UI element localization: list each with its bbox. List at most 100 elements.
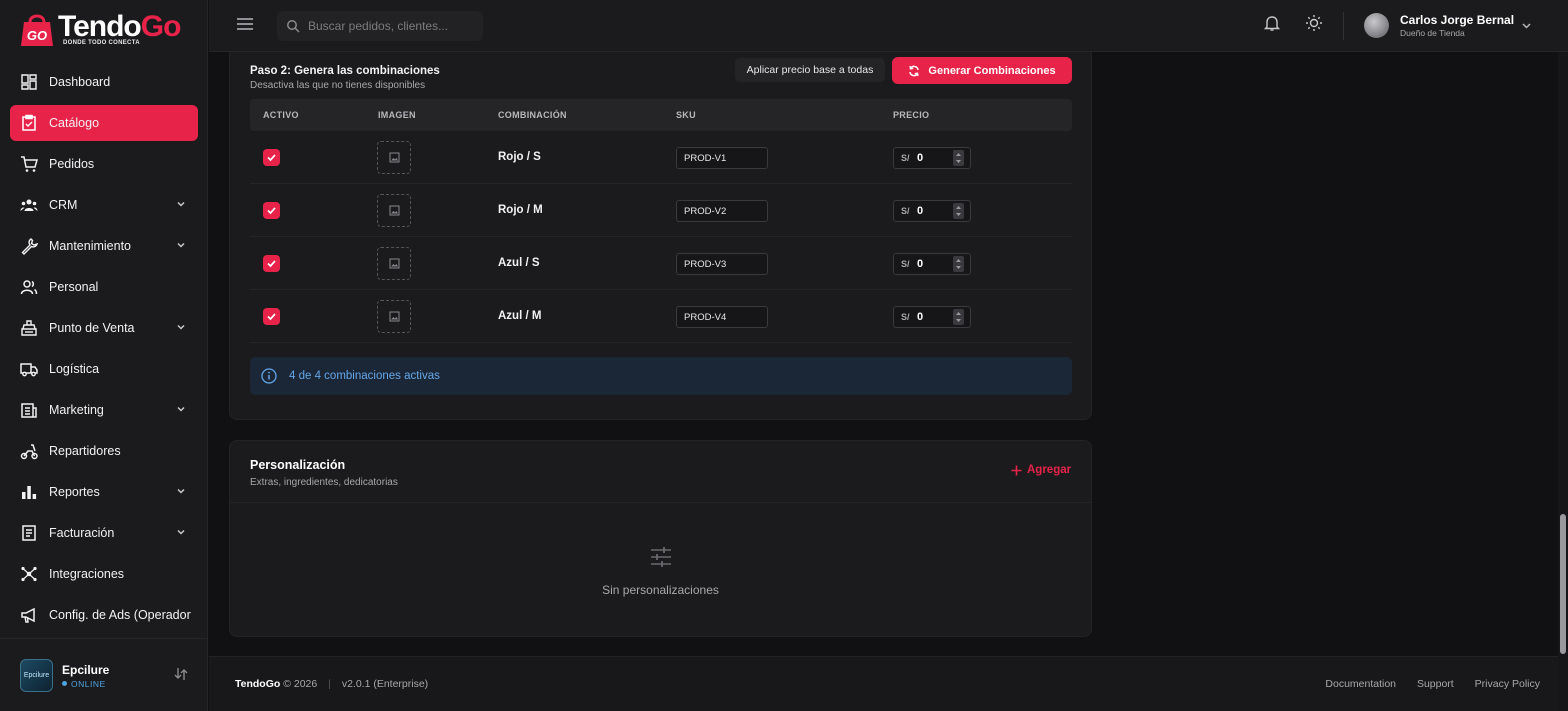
dashboard-icon [21, 74, 37, 90]
price-input[interactable]: S/0 [893, 306, 971, 328]
avatar[interactable] [1364, 13, 1389, 38]
chevron-down-icon [177, 529, 185, 535]
image-upload-placeholder[interactable] [377, 247, 411, 280]
sidebar-item-label: Dashboard [49, 75, 111, 89]
active-checkbox[interactable] [263, 202, 280, 219]
price-value: 0 [917, 258, 924, 270]
page-footer: TendoGo © 2026 | v2.0.1 (Enterprise) Doc… [209, 656, 1558, 711]
personalization-subtitle: Extras, ingredientes, dedicatorias [250, 477, 398, 488]
active-checkbox[interactable] [263, 308, 280, 325]
empty-state-text: Sin personalizaciones [602, 583, 719, 597]
price-input[interactable]: S/0 [893, 253, 971, 275]
sidebar-item-label: Logística [49, 362, 100, 376]
sun-icon[interactable] [1305, 14, 1323, 32]
sku-input[interactable] [676, 253, 768, 275]
store-switcher[interactable]: Epcilure Epcilure ONLINE [0, 638, 208, 711]
price-value: 0 [917, 152, 924, 164]
sidebar-item-repartidores[interactable]: Repartidores [10, 433, 198, 469]
app-root: GO TendoGo DONDE TODO CONECTA Dashboard C… [0, 0, 1568, 711]
personalization-card: Personalización Extras, ingredientes, de… [229, 440, 1092, 637]
footer-link-documentation[interactable]: Documentation [1325, 678, 1396, 690]
image-upload-placeholder[interactable] [377, 300, 411, 333]
image-icon [389, 311, 399, 322]
footer-copyright: © 2026 [283, 678, 318, 690]
add-personalization-button[interactable]: Agregar [1011, 464, 1071, 476]
sidebar-item-integraciones[interactable]: Integraciones [10, 556, 198, 592]
footer-link-privacy[interactable]: Privacy Policy [1475, 678, 1540, 690]
price-value: 0 [917, 311, 924, 323]
sku-input[interactable] [676, 147, 768, 169]
search-icon [287, 20, 300, 33]
register-icon [21, 320, 37, 336]
combinations-card: Paso 2: Genera las combinaciones Desacti… [229, 52, 1092, 420]
footer-link-support[interactable]: Support [1417, 678, 1454, 690]
sidebar-item-facturacion[interactable]: Facturación [10, 515, 198, 551]
check-icon [267, 154, 276, 162]
store-avatar: Epcilure [20, 659, 53, 692]
sidebar-item-logistica[interactable]: Logística [10, 351, 198, 387]
currency-symbol: S/ [901, 312, 910, 322]
store-name: Epcilure [62, 663, 110, 677]
main-content: Paso 2: Genera las combinaciones Desacti… [209, 52, 1558, 656]
switch-arrows-icon[interactable] [174, 666, 188, 682]
invoice-icon [22, 525, 36, 541]
sku-input[interactable] [676, 306, 768, 328]
scrollbar-thumb[interactable] [1560, 514, 1566, 654]
apply-base-price-button[interactable]: Aplicar precio base a todas [735, 58, 885, 82]
generate-combinations-button[interactable]: Generar Combinaciones [892, 57, 1072, 84]
active-checkbox[interactable] [263, 149, 280, 166]
sidebar-item-marketing[interactable]: Marketing [10, 392, 198, 428]
chevron-down-icon [177, 242, 185, 248]
sidebar: GO TendoGo DONDE TODO CONECTA Dashboard C… [0, 0, 208, 711]
sidebar-item-catalogo[interactable]: Catálogo [10, 105, 198, 141]
people-icon [20, 199, 38, 211]
topbar-divider [1343, 12, 1344, 40]
step-title: Paso 2: Genera las combinaciones [250, 65, 440, 77]
chevron-down-icon[interactable] [1521, 20, 1532, 31]
stepper-arrows-icon[interactable] [953, 309, 964, 325]
price-input[interactable]: S/0 [893, 200, 971, 222]
sidebar-item-personal[interactable]: Personal [10, 269, 198, 305]
combination-name: Azul / M [498, 310, 542, 322]
plus-icon [1011, 465, 1022, 475]
user-name[interactable]: Carlos Jorge Bernal [1400, 13, 1514, 27]
chevron-down-icon [177, 406, 185, 412]
image-icon [389, 152, 399, 163]
price-input[interactable]: S/0 [893, 147, 971, 169]
sidebar-item-reportes[interactable]: Reportes [10, 474, 198, 510]
store-status: ONLINE [62, 679, 106, 689]
brand-logo[interactable]: GO TendoGo DONDE TODO CONECTA [18, 6, 188, 50]
sidebar-item-config-de-ads-operador[interactable]: Config. de Ads (Operador [10, 597, 198, 633]
stepper-arrows-icon[interactable] [953, 150, 964, 166]
currency-symbol: S/ [901, 206, 910, 216]
combination-name: Rojo / M [498, 204, 543, 216]
column-header-price: PRECIO [893, 110, 930, 120]
hamburger-menu-icon[interactable] [236, 16, 254, 32]
sidebar-item-label: Punto de Venta [49, 321, 135, 335]
sidebar-item-label: Integraciones [49, 567, 125, 581]
personalization-title: Personalización [250, 458, 346, 472]
sidebar-item-pedidos[interactable]: Pedidos [10, 146, 198, 182]
catalog-icon [22, 114, 36, 131]
stepper-arrows-icon[interactable] [953, 256, 964, 272]
bell-icon[interactable] [1263, 14, 1281, 32]
step-subtitle: Desactiva las que no tienes disponibles [250, 80, 426, 91]
combination-name: Azul / S [498, 257, 540, 269]
sidebar-item-label: Catálogo [49, 116, 100, 130]
sidebar-item-mantenimiento[interactable]: Mantenimiento [10, 228, 198, 264]
image-upload-placeholder[interactable] [377, 141, 411, 174]
active-checkbox[interactable] [263, 255, 280, 272]
check-icon [267, 260, 276, 268]
sidebar-item-dashboard[interactable]: Dashboard [10, 64, 198, 100]
sidebar-item-crm[interactable]: CRM [10, 187, 198, 223]
refresh-icon [909, 65, 920, 76]
table-row: Azul / S S/0 [250, 237, 1072, 290]
sku-input[interactable] [676, 200, 768, 222]
stepper-arrows-icon[interactable] [953, 203, 964, 219]
image-upload-placeholder[interactable] [377, 194, 411, 227]
person-icon [20, 280, 38, 295]
shopping-bag-logo-icon: GO [21, 14, 53, 46]
footer-brand: TendoGo [235, 678, 281, 690]
sidebar-item-punto-de-venta[interactable]: Punto de Venta [10, 310, 198, 346]
search-input[interactable] [308, 11, 478, 41]
